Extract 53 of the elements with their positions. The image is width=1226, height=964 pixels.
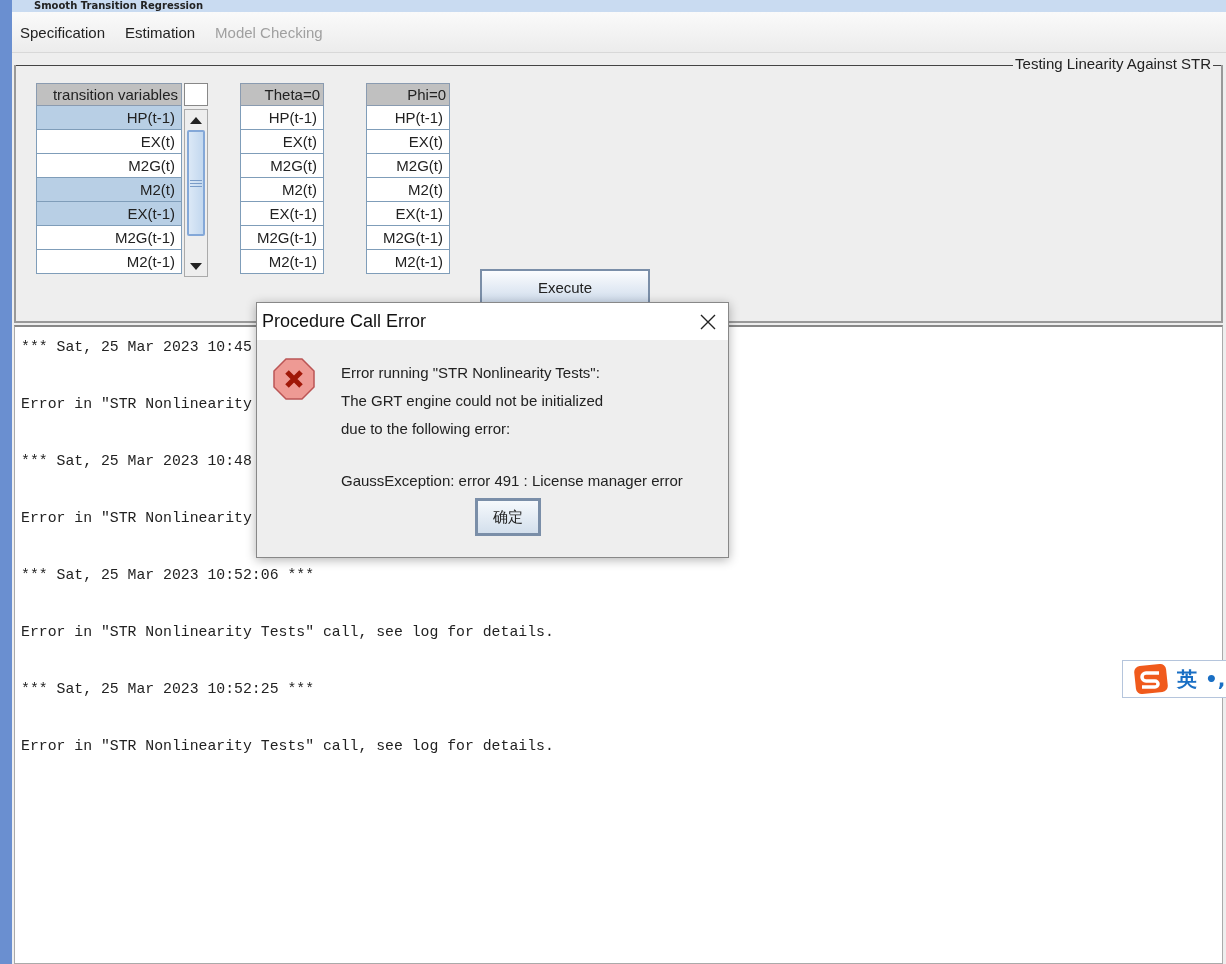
header-corner [184,83,208,106]
dialog-title: Procedure Call Error [262,311,427,332]
table-cell: EX(t-1) [240,202,324,226]
log-line: *** Sat, 25 Mar 2023 10:52:06 *** [21,566,315,585]
list-item[interactable]: EX(t-1) [36,202,182,226]
list-item[interactable]: EX(t) [36,130,182,154]
log-line: Error in "STR Nonlinearity [21,395,252,414]
error-detail: GaussException: error 491 : License manager error [341,471,683,491]
table-cell: M2G(t-1) [366,226,450,250]
menu-item[interactable]: Estimation [119,19,202,45]
list-item[interactable]: M2G(t-1) [36,226,182,250]
column-header: Phi=0 [366,83,450,106]
log-line: Error in "STR Nonlinearity Tests" call, see log for details. [21,623,554,642]
menu-item[interactable]: Specification [14,19,112,45]
panel-title: Testing Linearity Against STR [1013,55,1213,72]
ok-button[interactable]: 确定 [474,498,541,536]
ime-mode[interactable]: 英 [1177,665,1197,693]
table-cell: HP(t-1) [366,106,450,130]
list-item[interactable]: M2G(t) [36,154,182,178]
column-header: Theta=0 [240,83,324,106]
log-line: Error in "STR Nonlinearity Tests" call, see log for details. [21,737,554,756]
ime-punctuation[interactable]: •, [1205,667,1226,691]
log-line: *** Sat, 25 Mar 2023 10:45 [21,338,252,357]
window-title: Smooth Transition Regression [34,0,203,12]
table-cell: M2(t-1) [240,250,324,274]
log-line: Error in "STR Nonlinearity [21,509,252,528]
log-line: *** Sat, 25 Mar 2023 10:48 [21,452,252,471]
table-cell: M2G(t-1) [240,226,324,250]
table-cell: EX(t) [366,130,450,154]
scroll-up-icon[interactable] [190,116,202,124]
list-item[interactable]: HP(t-1) [36,106,182,130]
list-item[interactable]: M2(t) [36,178,182,202]
error-message: due to the following error: [341,419,512,439]
column-header: transition variables [36,83,182,106]
table-cell: EX(t-1) [366,202,450,226]
table-cell: HP(t-1) [240,106,324,130]
scroll-down-icon[interactable] [190,262,202,270]
error-message: The GRT engine could not be initialized [341,391,605,411]
scrollbar[interactable] [184,109,208,277]
execute-button[interactable]: Execute [480,269,650,305]
error-icon [273,358,315,400]
ime-logo-icon[interactable] [1133,664,1169,694]
table-cell: M2(t-1) [366,250,450,274]
log-line: *** Sat, 25 Mar 2023 10:52:25 *** [21,680,315,699]
table-cell: M2(t) [366,178,450,202]
grip-icon [190,179,202,187]
error-message: Error running "STR Nonlinearity Tests": [341,363,601,383]
table-cell: EX(t) [240,130,324,154]
table-cell: M2G(t) [240,154,324,178]
table-cell: M2(t) [240,178,324,202]
close-icon[interactable] [700,313,716,330]
table-cell: M2G(t) [366,154,450,178]
list-item[interactable]: M2(t-1) [36,250,182,274]
